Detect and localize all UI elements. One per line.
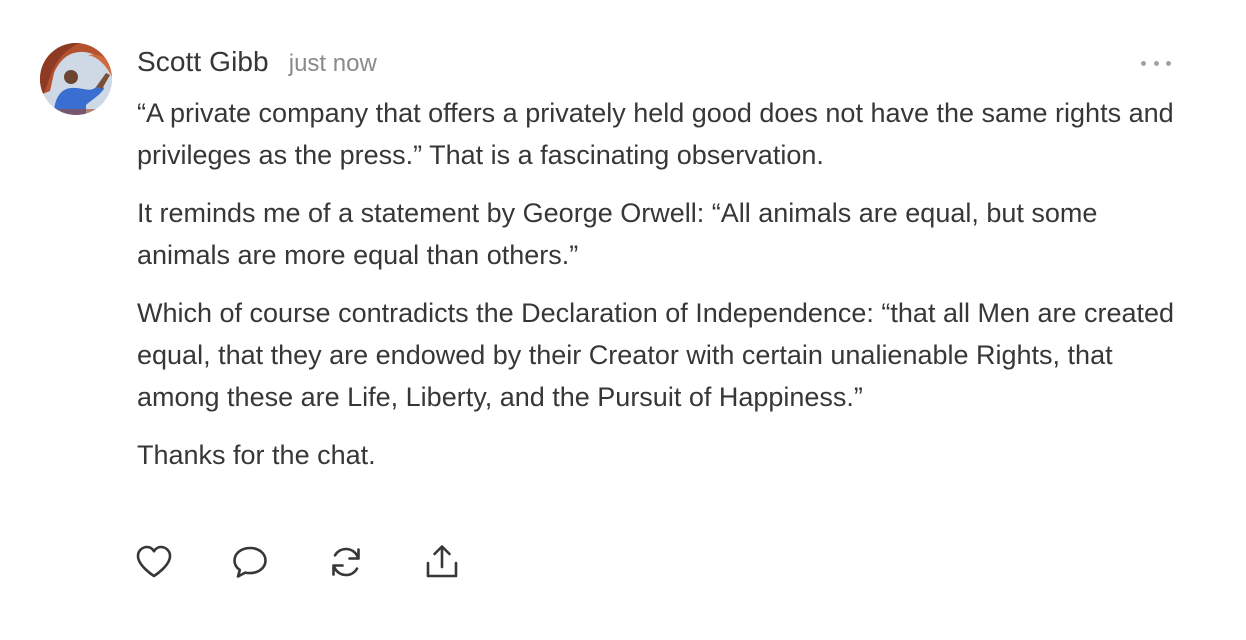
dot (1166, 60, 1171, 66)
avatar[interactable] (40, 43, 112, 115)
author-name[interactable]: Scott Gibb (137, 46, 269, 78)
restack-button[interactable] (326, 542, 366, 582)
comment: Scott Gibb just now “A private company t… (0, 0, 1246, 640)
comment-header: Scott Gibb just now (137, 46, 377, 78)
like-button[interactable] (134, 542, 174, 582)
avatar-image (40, 43, 112, 115)
comment-paragraph: Thanks for the chat. (137, 440, 376, 470)
timestamp[interactable]: just now (289, 50, 377, 78)
restack-icon (332, 547, 360, 577)
dot (1141, 60, 1146, 66)
comment-paragraph: Which of course contradicts the Declarat… (137, 298, 1175, 412)
heart-icon (136, 545, 172, 578)
comment-paragraph: “A private company that offers a private… (137, 98, 1174, 170)
reply-button[interactable] (230, 542, 270, 582)
comment-paragraph: It reminds me of a statement by George O… (137, 198, 1098, 270)
dot (1153, 60, 1159, 66)
share-button[interactable] (422, 542, 462, 582)
more-options-icon[interactable] (1141, 55, 1171, 71)
comment-bubble-icon (233, 546, 267, 578)
comment-body: “A private company that offers a private… (137, 92, 1197, 476)
share-icon (426, 545, 458, 578)
